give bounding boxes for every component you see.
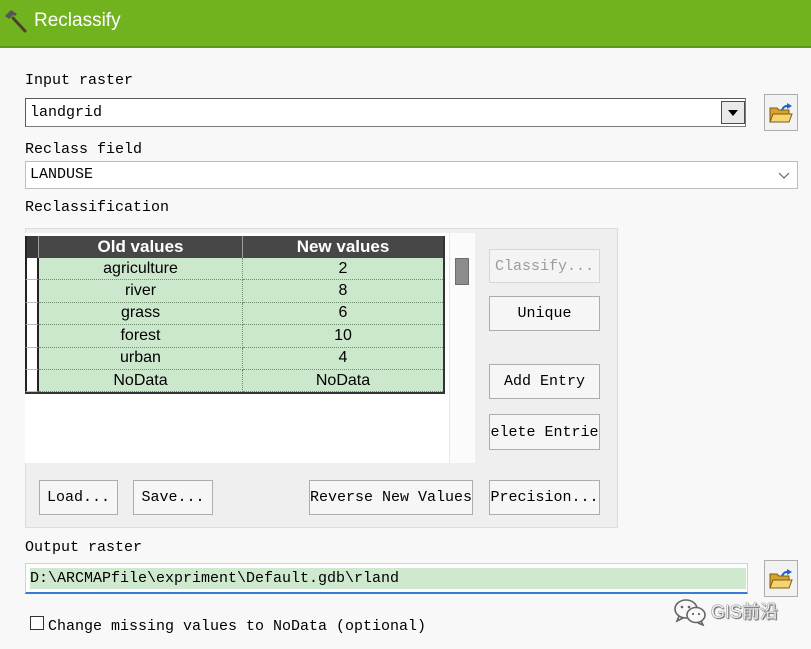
output-raster-browse-button[interactable]	[764, 560, 798, 597]
output-raster-label: Output raster	[25, 539, 143, 556]
reverse-new-values-button[interactable]: Reverse New Values	[309, 480, 473, 515]
reclass-table: Old values New values agriculture 2 rive…	[25, 236, 445, 395]
old-value-cell[interactable]: river	[39, 280, 243, 303]
hammer-icon	[3, 8, 29, 34]
chevron-down-icon	[778, 172, 790, 179]
add-entry-button[interactable]: Add Entry	[489, 364, 600, 399]
input-raster-value: landgrid	[30, 104, 103, 121]
table-row[interactable]: grass 6	[25, 302, 443, 326]
table-row[interactable]: river 8	[25, 280, 443, 303]
wechat-icon	[673, 598, 707, 627]
new-value-cell[interactable]: 10	[243, 325, 443, 348]
delete-entries-button[interactable]: elete Entrie	[489, 414, 600, 450]
row-selector[interactable]	[25, 369, 39, 393]
column-header-old-values[interactable]: Old values	[39, 236, 243, 258]
row-selector[interactable]	[25, 258, 39, 281]
table-row[interactable]: agriculture 2	[25, 258, 443, 281]
reclass-field-label: Reclass field	[25, 141, 143, 158]
new-value-cell[interactable]: 6	[243, 302, 443, 326]
folder-open-icon	[769, 568, 793, 588]
header-row-selector[interactable]	[25, 236, 39, 258]
save-button[interactable]: Save...	[133, 480, 213, 515]
new-value-cell[interactable]: 2	[243, 258, 443, 281]
row-selector[interactable]	[25, 325, 39, 348]
old-value-cell[interactable]: urban	[39, 347, 243, 370]
missing-to-nodata-label[interactable]: Change missing values to NoData (optiona…	[48, 618, 426, 636]
table-header-row: Old values New values	[25, 236, 443, 258]
new-value-cell[interactable]: NoData	[243, 369, 443, 393]
table-row[interactable]: forest 10	[25, 325, 443, 348]
reclass-field-dropdown[interactable]: LANDUSE	[25, 161, 798, 189]
table-row[interactable]: NoData NoData	[25, 369, 443, 393]
table-row[interactable]: urban 4	[25, 347, 443, 370]
title-bar[interactable]	[0, 0, 811, 48]
old-value-cell[interactable]: forest	[39, 325, 243, 348]
table-scrollbar-thumb[interactable]	[455, 258, 469, 285]
old-value-cell[interactable]: NoData	[39, 369, 243, 393]
row-selector[interactable]	[25, 347, 39, 370]
new-value-cell[interactable]: 8	[243, 280, 443, 303]
reclass-field-value: LANDUSE	[30, 166, 94, 183]
old-value-cell[interactable]: grass	[39, 302, 243, 326]
window-title: Reclassify	[34, 10, 121, 31]
output-raster-input[interactable]: D:\ARCMAPfile\expriment\Default.gdb\rlan…	[25, 563, 748, 594]
classify-button[interactable]: Classify...	[489, 249, 600, 283]
missing-to-nodata-checkbox[interactable]	[30, 616, 44, 630]
input-raster-combobox[interactable]: landgrid	[25, 98, 746, 127]
watermark-text: GIS前沿	[711, 602, 779, 622]
precision-button[interactable]: Precision...	[489, 480, 600, 515]
output-raster-value: D:\ARCMAPfile\expriment\Default.gdb\rlan…	[30, 570, 400, 587]
new-value-cell[interactable]: 4	[243, 347, 443, 370]
column-header-new-values[interactable]: New values	[243, 236, 443, 258]
load-button[interactable]: Load...	[39, 480, 118, 515]
input-raster-label: Input raster	[25, 72, 134, 89]
input-raster-dropdown-button[interactable]	[721, 101, 745, 124]
folder-open-icon	[769, 102, 793, 122]
input-raster-browse-button[interactable]	[764, 94, 798, 131]
reclassification-label: Reclassification	[25, 199, 170, 216]
old-value-cell[interactable]: agriculture	[39, 258, 243, 281]
unique-button[interactable]: Unique	[489, 296, 600, 331]
row-selector[interactable]	[25, 280, 39, 303]
row-selector[interactable]	[25, 302, 39, 326]
triangle-down-icon	[728, 109, 738, 116]
